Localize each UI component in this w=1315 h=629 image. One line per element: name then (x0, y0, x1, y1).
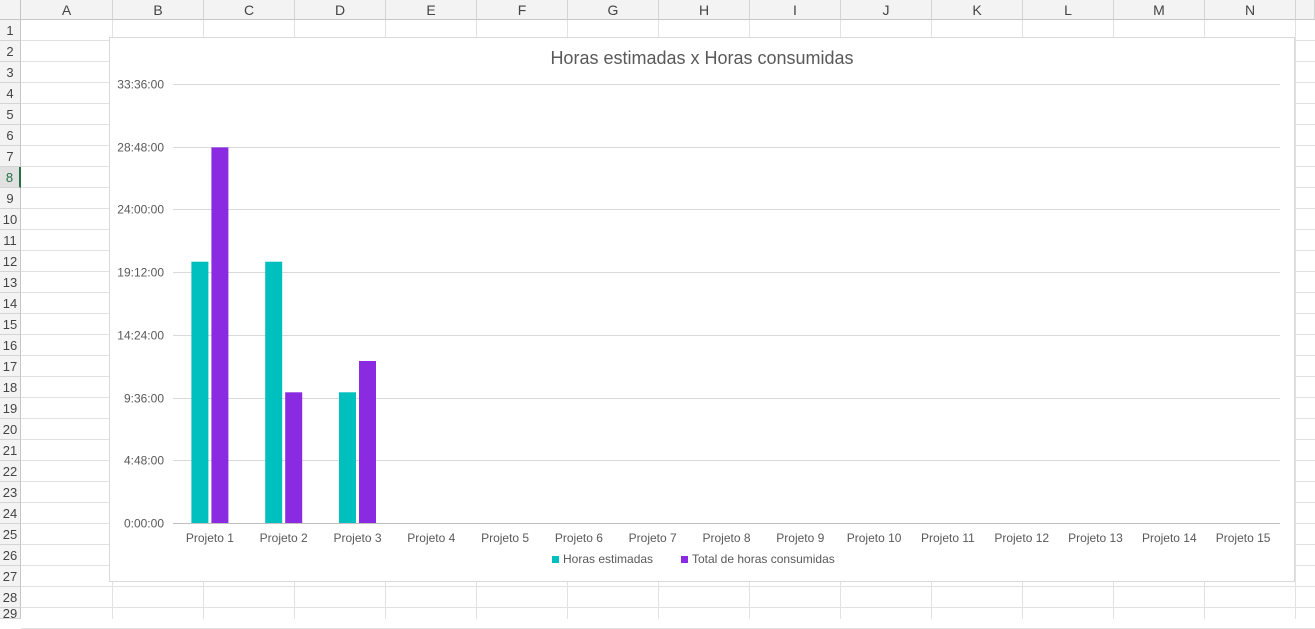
row-header-2[interactable]: 2 (0, 41, 21, 62)
y-axis: 0:00:00 4:48:00 9:36:00 14:24:00 19:12:00 24:… (117, 78, 164, 531)
row-header-6[interactable]: 6 (0, 125, 21, 146)
bar-consumed-3 (359, 361, 376, 523)
row-header-3[interactable]: 3 (0, 62, 21, 83)
bar-estimated-3 (339, 392, 356, 523)
legend-item-consumed[interactable]: Total de horas consumidas (681, 552, 835, 566)
column-header-a[interactable]: A (21, 0, 113, 20)
column-header-m[interactable]: M (1114, 0, 1205, 20)
column-header-k[interactable]: K (932, 0, 1023, 20)
column-header-h[interactable]: H (659, 0, 750, 20)
column-header-g[interactable]: G (568, 0, 659, 20)
column-header-i[interactable]: I (750, 0, 841, 20)
x-tick-label: Projeto 3 (333, 531, 381, 545)
row-header-21[interactable]: 21 (0, 440, 21, 461)
column-header-b[interactable]: B (113, 0, 204, 20)
row-header-20[interactable]: 20 (0, 419, 21, 440)
row-gridline (21, 607, 1315, 608)
y-tick-label: 4:48:00 (124, 454, 164, 468)
y-tick-label: 14:24:00 (117, 329, 164, 343)
row-header-24[interactable]: 24 (0, 503, 21, 524)
row-header-7[interactable]: 7 (0, 146, 21, 167)
x-tick-label: Projeto 15 (1216, 531, 1271, 545)
row-header-9[interactable]: 9 (0, 188, 21, 209)
legend-label: Horas estimadas (563, 552, 653, 566)
x-tick-label: Projeto 14 (1142, 531, 1197, 545)
bar-consumed-1 (211, 147, 229, 523)
column-header-j[interactable]: J (841, 0, 932, 20)
row-header-27[interactable]: 27 (0, 566, 21, 587)
x-tick-label: Projeto 1 (186, 531, 234, 545)
row-header-8[interactable]: 8 (0, 167, 21, 188)
row-header-23[interactable]: 23 (0, 482, 21, 503)
row-header-26[interactable]: 26 (0, 545, 21, 566)
row-header-13[interactable]: 13 (0, 272, 21, 293)
legend-item-estimated[interactable]: Horas estimadas (552, 552, 653, 566)
row-header-11[interactable]: 11 (0, 230, 21, 251)
bar-consumed-2 (285, 392, 303, 523)
row-header-4[interactable]: 4 (0, 83, 21, 104)
row-header-14[interactable]: 14 (0, 293, 21, 314)
legend-label: Total de horas consumidas (692, 552, 835, 566)
row-header-17[interactable]: 17 (0, 356, 21, 377)
x-tick-label: Projeto 10 (847, 531, 902, 545)
x-tick-label: Projeto 7 (629, 531, 677, 545)
legend-swatch (552, 556, 559, 563)
y-tick-label: 28:48:00 (117, 141, 164, 155)
x-axis: Projeto 1 Projeto 2 Projeto 3 Projeto 4 Proj… (186, 531, 1271, 545)
row-header-15[interactable]: 15 (0, 314, 21, 335)
y-tick-label: 33:36:00 (117, 78, 164, 92)
chart-title: Horas estimadas x Horas consumidas (550, 48, 853, 68)
row-header-1[interactable]: 1 (0, 20, 21, 41)
column-header-overflow (1296, 0, 1315, 20)
row-header-19[interactable]: 19 (0, 398, 21, 419)
y-tick-label: 0:00:00 (124, 517, 164, 531)
x-tick-label: Projeto 6 (555, 531, 603, 545)
row-header-16[interactable]: 16 (0, 335, 21, 356)
row-header-10[interactable]: 10 (0, 209, 21, 230)
row-header-22[interactable]: 22 (0, 461, 21, 482)
column-gridline (1295, 20, 1296, 619)
legend[interactable]: Horas estimadas Total de horas consumidas (552, 552, 835, 566)
row-header-18[interactable]: 18 (0, 377, 21, 398)
x-tick-label: Projeto 2 (260, 531, 308, 545)
y-tick-label: 9:36:00 (124, 392, 164, 406)
x-tick-label: Projeto 11 (921, 531, 975, 545)
spreadsheet-grid[interactable]: ABCDEFGHIJKLMN 1 2 3 4 5 6 7 8 9 10 11 12 13 14 15 16 17… (0, 0, 1315, 629)
y-tick-label: 19:12:00 (117, 266, 164, 280)
row-header-12[interactable]: 12 (0, 251, 21, 272)
bar-estimated-2 (265, 261, 283, 523)
row-gridline (21, 586, 1315, 587)
x-tick-label: Projeto 9 (776, 531, 824, 545)
x-tick-label: Projeto 8 (702, 531, 750, 545)
column-header-f[interactable]: F (477, 0, 568, 20)
column-header-d[interactable]: D (295, 0, 386, 20)
y-tick-label: 24:00:00 (117, 203, 164, 217)
x-tick-label: Projeto 4 (407, 531, 455, 545)
row-header-25[interactable]: 25 (0, 524, 21, 545)
column-header-n[interactable]: N (1205, 0, 1296, 20)
select-all-corner[interactable] (0, 0, 21, 20)
chart-object[interactable]: Horas estimadas x Horas consumidas 0:00:… (109, 37, 1295, 582)
column-header-c[interactable]: C (204, 0, 295, 20)
column-header-e[interactable]: E (386, 0, 477, 20)
x-tick-label: Projeto 12 (994, 531, 1049, 545)
column-header-l[interactable]: L (1023, 0, 1114, 20)
x-tick-label: Projeto 13 (1068, 531, 1123, 545)
x-tick-label: Projeto 5 (481, 531, 529, 545)
row-header-5[interactable]: 5 (0, 104, 21, 125)
bar-chart[interactable]: Horas estimadas x Horas consumidas 0:00:… (110, 38, 1294, 581)
bar-estimated-1 (191, 261, 209, 523)
legend-swatch (681, 556, 688, 563)
row-header-29[interactable]: 29 (0, 606, 21, 621)
